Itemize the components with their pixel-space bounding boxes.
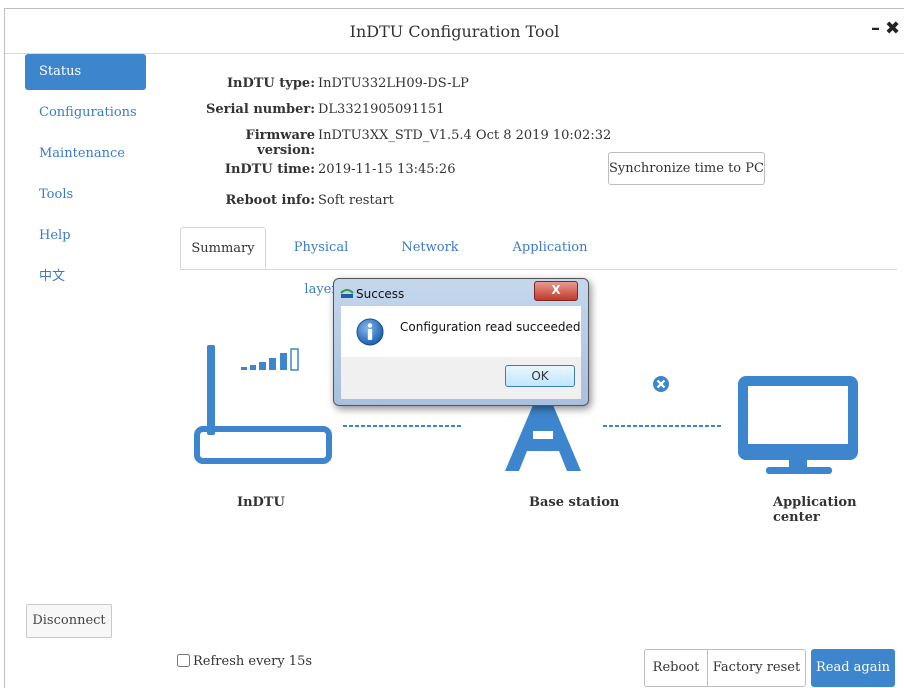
reboot-button[interactable]: Reboot (644, 649, 708, 687)
reboot-info-label: Reboot info: (225, 193, 316, 208)
factory-reset-button[interactable]: Factory reset (707, 649, 806, 687)
dtu-time-label: InDTU time: (224, 162, 315, 177)
tab-physical-layer[interactable]: Physical layer (278, 227, 364, 297)
disconnect-button[interactable]: Disconnect (26, 604, 112, 638)
window-title: InDTU Configuration Tool (349, 22, 560, 41)
reboot-info-value: Soft restart (318, 193, 394, 208)
sidebar-item-maintenance[interactable]: Maintenance (25, 136, 146, 172)
sidebar-item-language[interactable]: 中文 (25, 259, 146, 295)
firmware-version-value: InDTU3XX_STD_V1.5.4 Oct 8 2019 10:02:32 (318, 128, 612, 143)
sidebar-item-tools[interactable]: Tools (25, 177, 146, 213)
dialog-title: Success (356, 287, 405, 301)
tab-application-layer[interactable]: Application layer (498, 227, 602, 297)
dialog-footer: OK (341, 357, 581, 399)
info-icon (356, 318, 384, 346)
serial-number-value: DL3321905091151 (318, 102, 445, 117)
title-bar: InDTU Configuration Tool – ✖ (5, 9, 904, 54)
success-dialog: Success X Configuration read succeeded O… (333, 278, 589, 406)
app-logo-icon (340, 289, 354, 298)
firmware-version-label: Firmware version: (245, 128, 315, 158)
sidebar-item-status[interactable]: Status (25, 54, 146, 90)
disconnected-icon (653, 376, 669, 392)
tab-summary[interactable]: Summary (180, 227, 266, 269)
dialog-body: Configuration read succeeded (341, 306, 581, 357)
monitor-icon (738, 376, 858, 474)
read-again-button[interactable]: Read again (811, 649, 895, 687)
refresh-label: Refresh every 15s (193, 654, 313, 669)
base-station-icon (505, 405, 581, 471)
dtu-type-label: InDTU type: (226, 76, 315, 91)
refresh-checkbox[interactable] (177, 654, 190, 667)
tab-bar: Summary Physical layer Network layer App… (180, 227, 897, 297)
minimize-icon[interactable]: – (871, 18, 880, 39)
sidebar-item-configurations[interactable]: Configurations (25, 95, 146, 131)
dtu-type-value: InDTU332LH09-DS-LP (318, 76, 469, 91)
refresh-toggle[interactable]: Refresh every 15s (177, 654, 312, 669)
signal-strength-icon (241, 348, 299, 371)
node-label-dtu: InDTU (237, 495, 285, 510)
ok-button[interactable]: OK (505, 365, 575, 387)
sidebar: Status Configurations Maintenance Tools … (5, 54, 160, 688)
dialog-close-button[interactable]: X (534, 281, 578, 301)
tab-network-layer[interactable]: Network layer (385, 227, 475, 297)
close-icon[interactable]: ✖ (885, 18, 900, 39)
node-label-base-station: Base station (529, 495, 620, 510)
serial-number-label: Serial number: (205, 102, 315, 117)
dialog-message: Configuration read succeeded (400, 320, 581, 334)
sidebar-item-help[interactable]: Help (25, 218, 146, 254)
node-label-application-center: Application center (773, 495, 857, 525)
dtu-time-value: 2019-11-15 13:45:26 (318, 162, 456, 177)
sync-time-button[interactable]: Synchronize time to PC (608, 152, 765, 185)
